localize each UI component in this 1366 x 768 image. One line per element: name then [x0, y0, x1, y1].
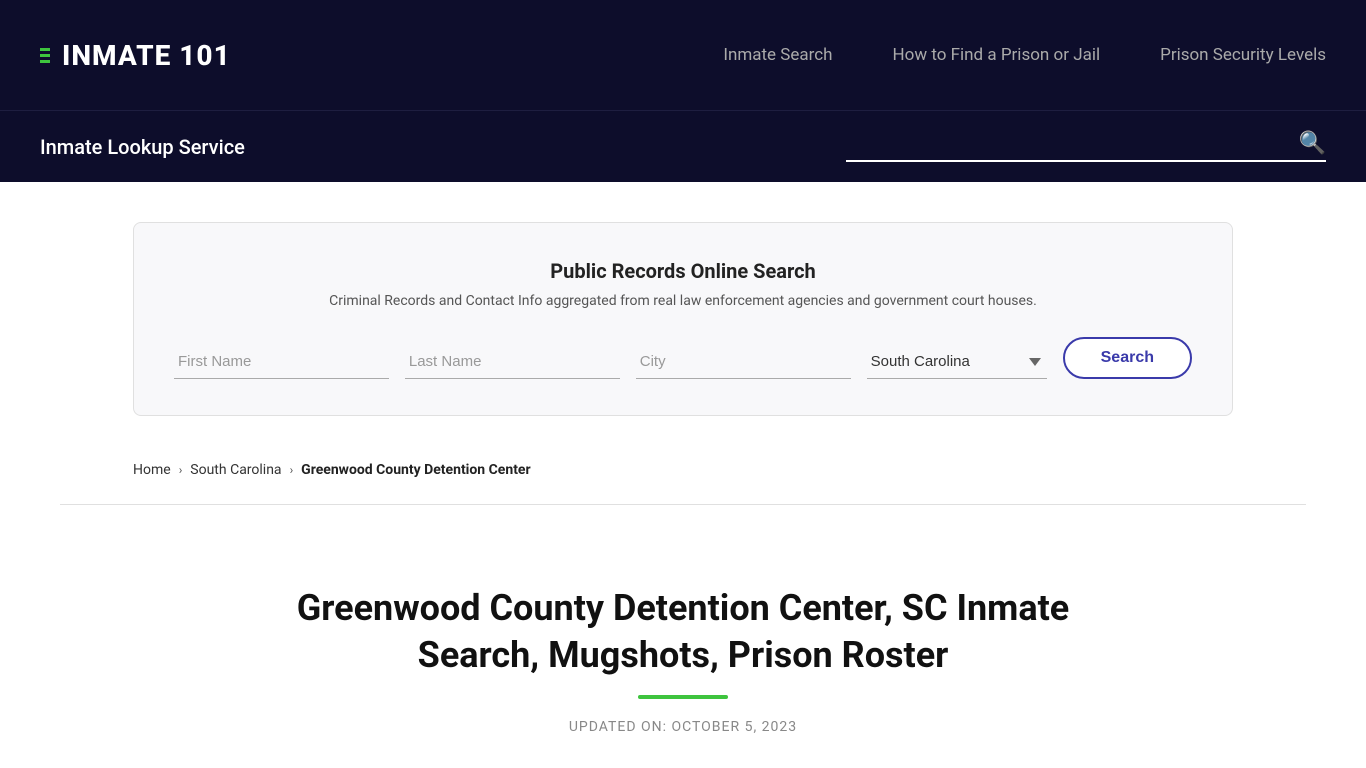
public-records-card: Public Records Online Search Criminal Re… — [133, 222, 1233, 416]
city-field — [636, 345, 851, 379]
state-field: South Carolina Alabama Alaska Arizona Ar… — [867, 345, 1047, 379]
logo-bars-icon — [40, 48, 50, 63]
first-name-field — [174, 345, 389, 379]
logo[interactable]: INMATE 101 — [40, 39, 231, 72]
first-name-input[interactable] — [174, 345, 389, 379]
top-nav: INMATE 101 Inmate Search How to Find a P… — [0, 0, 1366, 110]
breadcrumb-divider — [60, 504, 1306, 505]
search-strip-label: Inmate Lookup Service — [40, 135, 245, 159]
main-content: Public Records Online Search Criminal Re… — [0, 182, 1366, 545]
updated-text: UPDATED ON: OCTOBER 5, 2023 — [60, 719, 1306, 735]
nav-prison-security[interactable]: Prison Security Levels — [1160, 45, 1326, 65]
breadcrumb-home[interactable]: Home — [133, 462, 171, 478]
title-underline — [638, 695, 728, 699]
breadcrumb-current: Greenwood County Detention Center — [301, 462, 530, 478]
page-main-title: Greenwood County Detention Center, SC In… — [283, 585, 1083, 679]
nav-links: Inmate Search How to Find a Prison or Ja… — [723, 45, 1326, 65]
breadcrumb-state[interactable]: South Carolina — [190, 462, 281, 478]
logo-text: INMATE 101 — [62, 39, 231, 72]
page-title-section: Greenwood County Detention Center, SC In… — [0, 545, 1366, 755]
city-input[interactable] — [636, 345, 851, 379]
breadcrumb-separator-2: › — [290, 463, 294, 477]
breadcrumb-separator-1: › — [179, 463, 183, 477]
last-name-field — [405, 345, 620, 379]
breadcrumb: Home › South Carolina › Greenwood County… — [133, 446, 1233, 494]
search-strip-search-icon[interactable]: 🔍 — [1299, 131, 1326, 156]
public-records-subtitle: Criminal Records and Contact Info aggreg… — [174, 293, 1192, 309]
state-select[interactable]: South Carolina Alabama Alaska Arizona Ar… — [867, 345, 1047, 379]
last-name-input[interactable] — [405, 345, 620, 379]
nav-inmate-search[interactable]: Inmate Search — [723, 45, 832, 65]
search-form-row: South Carolina Alabama Alaska Arizona Ar… — [174, 337, 1192, 379]
nav-how-to-find[interactable]: How to Find a Prison or Jail — [893, 45, 1101, 65]
search-strip-input-wrapper: 🔍 — [846, 131, 1326, 162]
search-strip: Inmate Lookup Service 🔍 — [0, 110, 1366, 182]
public-records-title: Public Records Online Search — [174, 259, 1192, 283]
search-strip-input[interactable] — [846, 134, 1299, 154]
search-button[interactable]: Search — [1063, 337, 1192, 379]
